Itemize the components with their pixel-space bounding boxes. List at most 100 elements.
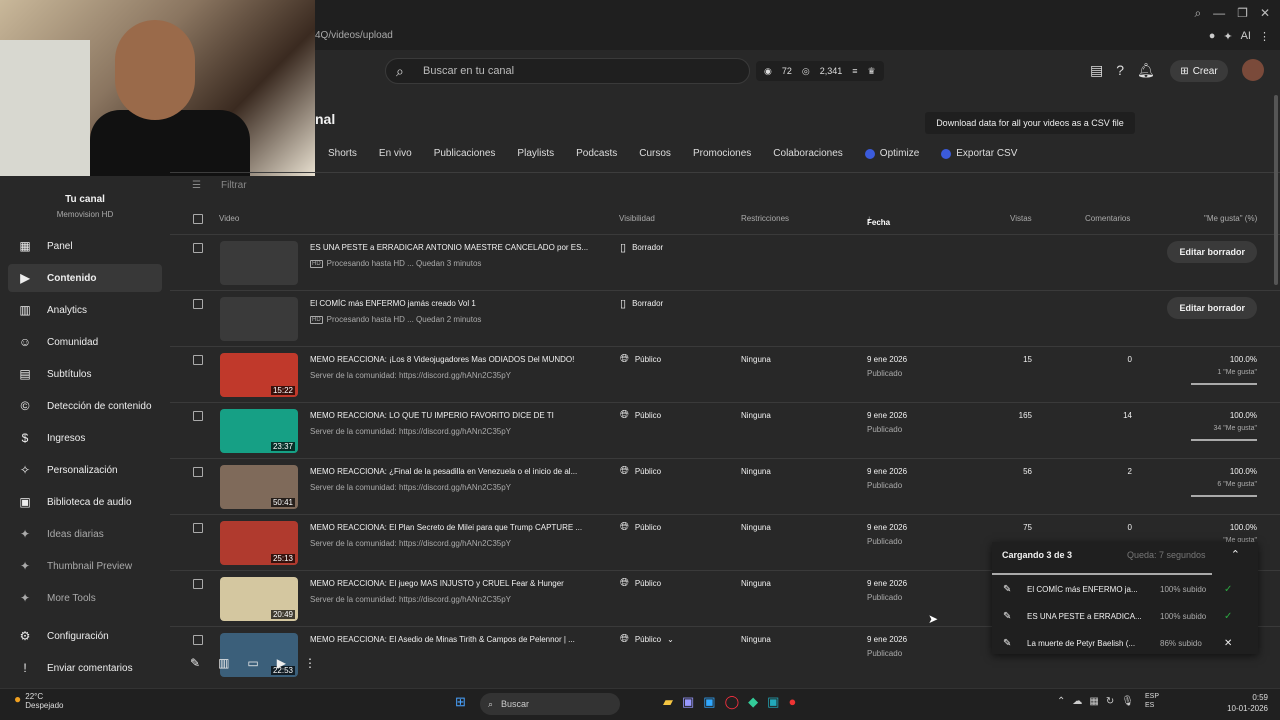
video-title[interactable]: MEMO REACCIONA: LO QUE TU IMPERIO FAVORI… — [310, 411, 595, 420]
video-title[interactable]: MEMO REACCIONA: El juego MAS INJUSTO y C… — [310, 579, 595, 588]
tab-8[interactable]: Optimize — [864, 148, 919, 159]
menu-icon[interactable]: ⋮ — [1259, 30, 1270, 43]
close-icon[interactable]: ✕ — [1260, 6, 1270, 21]
network-icon[interactable]: ▦ — [1089, 696, 1098, 707]
avatar[interactable] — [1242, 59, 1264, 81]
col-likes[interactable]: "Me gusta" (%) — [1204, 214, 1257, 223]
row-checkbox[interactable] — [193, 243, 203, 253]
tab-0[interactable]: Shorts — [328, 148, 357, 159]
table-row[interactable]: El COMÍC más ENFERMO jamás creado Vol 1 H… — [170, 290, 1280, 346]
puzzle-icon[interactable]: ✦ — [1223, 30, 1232, 43]
video-thumbnail[interactable]: 15:22 — [220, 353, 298, 397]
upload-item[interactable]: ✎ La muerte de Petyr Baelish (... 86% subi… — [992, 630, 1258, 656]
sidebar-item-7[interactable]: ✧ Personalización — [8, 456, 162, 484]
tab-9[interactable]: Exportar CSV — [941, 148, 1017, 159]
chevron-up-icon[interactable]: ⌃ — [1231, 548, 1240, 561]
folder-icon[interactable]: ▰ — [663, 694, 673, 710]
visibility[interactable]: ▯ Borrador — [620, 241, 663, 254]
row-checkbox[interactable] — [193, 635, 203, 645]
chevron-down-icon[interactable]: ⌄ — [667, 635, 674, 644]
captions-icon[interactable]: ▤ — [1090, 62, 1103, 79]
sidebar-item-5[interactable]: © Detección de contenido — [8, 392, 162, 420]
chevron-up-icon[interactable]: ⌃ — [1057, 696, 1065, 707]
photoshop-icon[interactable]: ▣ — [703, 694, 715, 710]
edit-icon[interactable]: ✎ — [1003, 638, 1011, 649]
select-all-checkbox[interactable] — [193, 214, 203, 224]
app2-icon[interactable]: ▣ — [767, 694, 779, 710]
sidebar-item-3[interactable]: ☺ Comunidad — [8, 328, 162, 356]
minimize-icon[interactable]: — — [1213, 6, 1225, 21]
sidebar-item-0[interactable]: ▦ Panel — [8, 232, 162, 260]
video-thumbnail[interactable]: 22:53 — [220, 633, 298, 677]
analytics-icon[interactable]: ▥ — [218, 656, 229, 670]
opera-icon[interactable]: ◯ — [725, 694, 740, 710]
sidebar-item-11[interactable]: ✦ More Tools — [8, 584, 162, 612]
start-button[interactable]: ⊞ — [455, 694, 466, 710]
video-thumbnail[interactable] — [220, 297, 298, 341]
edit-draft-button[interactable]: Editar borrador — [1167, 241, 1257, 263]
table-row[interactable]: 15:22 MEMO REACCIONA: ¡Los 8 Videojugador… — [170, 346, 1280, 402]
upload-item[interactable]: ✎ ES UNA PESTE a ERRADICA... 100% subido ✓ — [992, 603, 1258, 629]
tab-2[interactable]: Publicaciones — [434, 148, 496, 159]
mic-icon[interactable]: 🎙︎ — [1121, 696, 1134, 707]
row-checkbox[interactable] — [193, 411, 203, 421]
maximize-icon[interactable]: ❐ — [1237, 6, 1248, 21]
tab-1[interactable]: En vivo — [379, 148, 412, 159]
video-title[interactable]: MEMO REACCIONA: ¡Los 8 Videojugadores Ma… — [310, 355, 595, 364]
taskbar-search[interactable]: ⌕ Buscar — [480, 693, 620, 715]
video-thumbnail[interactable]: 25:13 — [220, 521, 298, 565]
sidebar-item-8[interactable]: ▣ Biblioteca de audio — [8, 488, 162, 516]
row-checkbox[interactable] — [193, 355, 203, 365]
channel-search[interactable]: ⌕ Buscar en tu canal — [385, 58, 750, 84]
video-title[interactable]: El COMÍC más ENFERMO jamás creado Vol 1 — [310, 299, 595, 308]
sidebar-item-1[interactable]: ▶ Contenido — [8, 264, 162, 292]
url-bar[interactable]: 4Q/videos/upload — [315, 30, 393, 41]
more-icon[interactable]: ⋮ — [304, 656, 316, 670]
sidebar-item-4[interactable]: ▤ Subtítulos — [8, 360, 162, 388]
sidebar-item-2[interactable]: ▥ Analytics — [8, 296, 162, 324]
close-icon[interactable]: ✕ — [1224, 638, 1232, 649]
clock[interactable]: 0:59 10-01-2026 — [1224, 692, 1268, 714]
filter-icon[interactable]: ☰ — [192, 180, 201, 191]
edit-icon[interactable]: ✎ — [1003, 584, 1011, 595]
table-row[interactable]: ES UNA PESTE a ERRADICAR ANTONIO MAESTRE… — [170, 234, 1280, 290]
app-icon[interactable]: ◆ — [748, 694, 758, 710]
edit-draft-button[interactable]: Editar borrador — [1167, 297, 1257, 319]
row-checkbox[interactable] — [193, 299, 203, 309]
visibility[interactable]: 🌐︎ Público — [620, 521, 661, 534]
visibility[interactable]: 🌐︎ Público ⌄ — [620, 633, 674, 646]
col-comments[interactable]: Comentarios — [1085, 214, 1130, 223]
visibility[interactable]: 🌐︎ Público — [620, 353, 661, 366]
extension-icon[interactable]: ● — [1209, 30, 1216, 43]
filter-bar[interactable]: ☰ Filtrar — [192, 180, 247, 191]
stats-widget[interactable]: ◉ 72 ◎ 2,341 ≡ ♛ — [756, 61, 884, 81]
video-title[interactable]: MEMO REACCIONA: ¿Final de la pesadilla e… — [310, 467, 595, 476]
video-title[interactable]: MEMO REACCIONA: El Asedio de Minas Tirit… — [310, 635, 595, 644]
weather-widget[interactable]: ● 22°C Despejado — [14, 692, 64, 710]
video-title[interactable]: ES UNA PESTE a ERRADICAR ANTONIO MAESTRE… — [310, 243, 595, 252]
video-title[interactable]: MEMO REACCIONA: El Plan Secreto de Milei… — [310, 523, 595, 532]
play-icon[interactable]: ▶ — [277, 656, 286, 670]
create-button[interactable]: ⊞ Crear — [1170, 60, 1228, 82]
scrollbar[interactable] — [1274, 95, 1278, 285]
cloud-off-icon[interactable]: ☁ — [1072, 696, 1082, 707]
tab-7[interactable]: Colaboraciones — [773, 148, 843, 159]
help-icon[interactable]: ? — [1116, 62, 1124, 79]
sync-icon[interactable]: ↻ — [1106, 696, 1114, 707]
row-checkbox[interactable] — [193, 467, 203, 477]
tab-4[interactable]: Podcasts — [576, 148, 617, 159]
video-thumbnail[interactable]: 23:37 — [220, 409, 298, 453]
search-icon[interactable]: ⌕ — [1194, 6, 1201, 21]
tab-3[interactable]: Playlists — [517, 148, 554, 159]
col-views[interactable]: Vistas — [1010, 214, 1032, 223]
video-thumbnail[interactable] — [220, 241, 298, 285]
premiere-icon[interactable]: ▣ — [682, 694, 694, 710]
sidebar-item-12[interactable]: ⚙ Configuración — [8, 622, 162, 650]
row-checkbox[interactable] — [193, 523, 203, 533]
table-row[interactable]: 23:37 MEMO REACCIONA: LO QUE TU IMPERIO F… — [170, 402, 1280, 458]
list-icon[interactable]: ≡ — [852, 66, 857, 76]
tab-6[interactable]: Promociones — [693, 148, 751, 159]
col-date[interactable]: Fecha ↓ — [867, 214, 890, 227]
sidebar-item-10[interactable]: ✦ Thumbnail Preview — [8, 552, 162, 580]
trophy-icon[interactable]: ♛ — [868, 66, 876, 77]
